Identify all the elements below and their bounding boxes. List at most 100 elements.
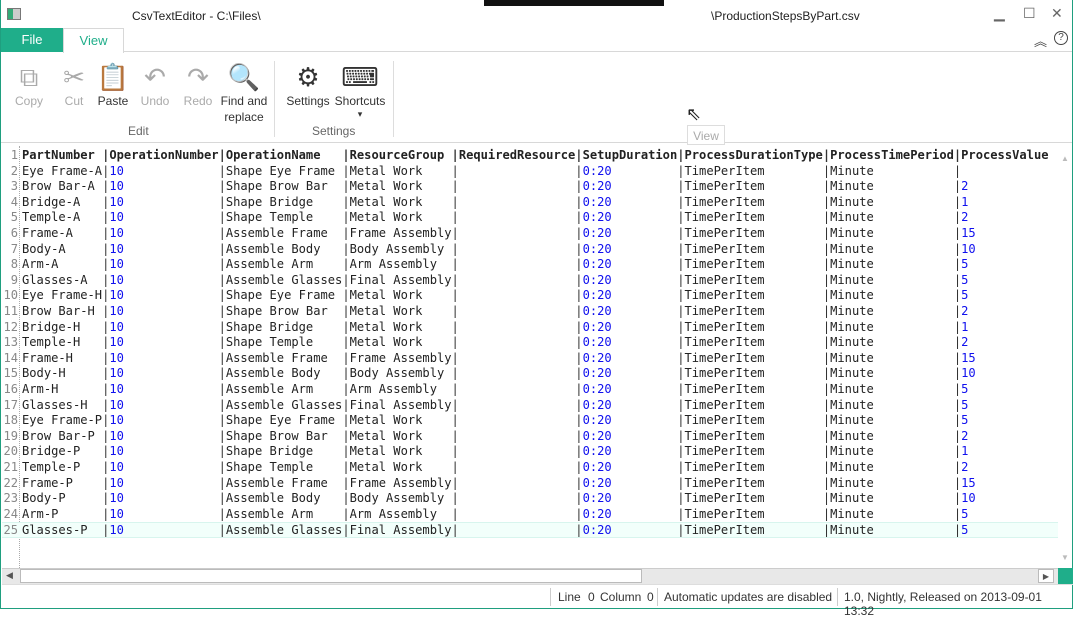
cell-resourcegroup[interactable]: Body Assembly [350, 491, 452, 507]
redo-button[interactable]: ↷ Redo [180, 61, 216, 109]
cell-operationname[interactable]: Assemble Frame [226, 476, 342, 492]
cell-setupduration[interactable]: 0:20 [583, 429, 678, 445]
cell-processdurationtype[interactable]: TimePerItem [685, 179, 823, 195]
cell-resourcegroup[interactable]: Metal Work [350, 288, 452, 304]
cell-processtimeperiod[interactable]: Minute [830, 382, 954, 398]
cell-operationname[interactable]: Shape Brow Bar [226, 179, 342, 195]
cut-button[interactable]: ✂ Cut [56, 61, 92, 109]
settings-button[interactable]: ⚙ Settings [281, 61, 335, 109]
cell-partnumber[interactable]: Body-P [22, 491, 102, 507]
cell-processvalue[interactable]: 5 [961, 413, 1048, 429]
cell-resourcegroup[interactable]: Final Assembly [350, 273, 452, 289]
table-row[interactable]: 5 Temple-A |10 |Shape Temple |Metal Work | |0:… [2, 210, 1058, 226]
close-button[interactable]: ✕ [1051, 5, 1063, 22]
cell-processvalue[interactable]: 1 [961, 320, 1048, 336]
cell-processdurationtype[interactable]: TimePerItem [685, 366, 823, 382]
cell-processdurationtype[interactable]: TimePerItem [685, 164, 823, 180]
cell-resourcegroup[interactable]: Metal Work [350, 335, 452, 351]
cell-processvalue[interactable]: 2 [961, 210, 1048, 226]
cell-processdurationtype[interactable]: TimePerItem [685, 398, 823, 414]
cell-partnumber[interactable]: Temple-P [22, 460, 102, 476]
csv-editor[interactable]: 1 PartNumber |OperationNumber|OperationNam… [2, 146, 1058, 568]
cell-processtimeperiod[interactable]: Minute [830, 242, 954, 258]
cell-operationname[interactable]: Assemble Glasses [226, 273, 343, 289]
cell-resourcegroup[interactable]: Arm Assembly [350, 257, 452, 273]
cell-setupduration[interactable]: 0:20 [583, 476, 678, 492]
table-row[interactable]: 25 Glasses-P |10 |Assemble Glasses|Final As… [2, 522, 1058, 538]
cell-operationnumber[interactable]: 10 [109, 320, 218, 336]
cell-setupduration[interactable]: 0:20 [583, 398, 678, 414]
header-row[interactable]: 1 PartNumber |OperationNumber|OperationNam… [2, 148, 1058, 164]
cell-partnumber[interactable]: Eye Frame-P [22, 413, 102, 429]
cell-processtimeperiod[interactable]: Minute [830, 413, 954, 429]
table-row[interactable]: 15 Body-H |10 |Assemble Body |Body Assembly |… [2, 366, 1058, 382]
cell-resourcegroup[interactable]: Metal Work [350, 210, 452, 226]
cell-processtimeperiod[interactable]: Minute [830, 273, 954, 289]
cell-operationnumber[interactable]: 10 [109, 351, 218, 367]
cell-processvalue[interactable]: 2 [961, 179, 1048, 195]
cell-setupduration[interactable]: 0:20 [583, 523, 678, 539]
cell-processdurationtype[interactable]: TimePerItem [685, 507, 823, 523]
shortcuts-button[interactable]: ⌨ Shortcuts ▾ [333, 61, 387, 120]
cell-setupduration[interactable]: 0:20 [583, 195, 678, 211]
table-row[interactable]: 16 Arm-H |10 |Assemble Arm |Arm Assembly | |0:… [2, 382, 1058, 398]
cell-operationname[interactable]: Assemble Frame [226, 226, 342, 242]
cell-setupduration[interactable]: SetupDuration [583, 148, 678, 164]
table-row[interactable]: 20 Bridge-P |10 |Shape Bridge |Metal Work | |0… [2, 444, 1058, 460]
cell-operationnumber[interactable]: 10 [109, 460, 218, 476]
cell-processvalue[interactable]: 15 [961, 476, 1048, 492]
cell-partnumber[interactable]: PartNumber [22, 148, 102, 164]
table-row[interactable]: 24 Arm-P |10 |Assemble Arm |Arm Assembly | |0:… [2, 507, 1058, 523]
cell-setupduration[interactable]: 0:20 [583, 273, 678, 289]
cell-operationnumber[interactable]: 10 [109, 335, 218, 351]
cell-processdurationtype[interactable]: TimePerItem [685, 210, 823, 226]
table-row[interactable]: 17 Glasses-H |10 |Assemble Glasses|Final As… [2, 398, 1058, 414]
cell-setupduration[interactable]: 0:20 [583, 179, 678, 195]
cell-operationname[interactable]: Assemble Glasses [226, 523, 343, 539]
table-row[interactable]: 4 Bridge-A |10 |Shape Bridge |Metal Work | |0:… [2, 195, 1058, 211]
cell-processvalue[interactable]: 1 [961, 195, 1048, 211]
cell-processdurationtype[interactable]: TimePerItem [685, 288, 823, 304]
cell-partnumber[interactable]: Temple-H [22, 335, 102, 351]
cell-processdurationtype[interactable]: TimePerItem [685, 444, 823, 460]
cell-processdurationtype[interactable]: TimePerItem [685, 476, 823, 492]
cell-processvalue[interactable]: 15 [961, 226, 1048, 242]
cell-operationnumber[interactable]: 10 [109, 491, 218, 507]
cell-partnumber[interactable]: Bridge-H [22, 320, 102, 336]
cell-setupduration[interactable]: 0:20 [583, 242, 678, 258]
cell-operationname[interactable]: OperationName [226, 148, 342, 164]
cell-processvalue[interactable]: 5 [961, 273, 1048, 289]
cell-resourcegroup[interactable]: Metal Work [350, 320, 452, 336]
cell-operationnumber[interactable]: 10 [109, 273, 218, 289]
cell-processtimeperiod[interactable]: Minute [830, 366, 954, 382]
cell-resourcegroup[interactable]: Final Assembly [350, 523, 452, 539]
cell-operationnumber[interactable]: 10 [109, 398, 218, 414]
cell-processtimeperiod[interactable]: Minute [830, 476, 954, 492]
cell-setupduration[interactable]: 0:20 [583, 257, 678, 273]
cell-operationname[interactable]: Assemble Glasses [226, 398, 343, 414]
cell-processtimeperiod[interactable]: Minute [830, 288, 954, 304]
table-row[interactable]: 23 Body-P |10 |Assemble Body |Body Assembly |… [2, 491, 1058, 507]
cell-partnumber[interactable]: Arm-H [22, 382, 102, 398]
cell-operationnumber[interactable]: 10 [109, 429, 218, 445]
cell-operationnumber[interactable]: 10 [109, 226, 218, 242]
tab-view[interactable]: View [63, 28, 124, 53]
cell-processdurationtype[interactable]: TimePerItem [685, 413, 823, 429]
cell-operationname[interactable]: Assemble Frame [226, 351, 342, 367]
minimize-button[interactable]: ▁ [994, 5, 1005, 22]
cell-processtimeperiod[interactable]: Minute [830, 398, 954, 414]
cell-partnumber[interactable]: Brow Bar-H [22, 304, 102, 320]
cell-partnumber[interactable]: Arm-A [22, 257, 102, 273]
cell-processdurationtype[interactable]: ProcessDurationType [685, 148, 823, 164]
cell-processdurationtype[interactable]: TimePerItem [685, 523, 823, 539]
scroll-left-icon[interactable]: ◀ [6, 570, 13, 581]
cell-resourcegroup[interactable]: Metal Work [350, 444, 452, 460]
cell-operationname[interactable]: Assemble Body [226, 242, 342, 258]
scroll-right-icon[interactable]: ▶ [1038, 569, 1054, 583]
cell-operationnumber[interactable]: 10 [109, 210, 218, 226]
cell-partnumber[interactable]: Frame-P [22, 476, 102, 492]
cell-partnumber[interactable]: Body-A [22, 242, 102, 258]
cell-operationname[interactable]: Shape Bridge [226, 195, 342, 211]
cell-partnumber[interactable]: Arm-P [22, 507, 102, 523]
horizontal-scrollbar[interactable]: ◀ ▶ [2, 568, 1058, 584]
